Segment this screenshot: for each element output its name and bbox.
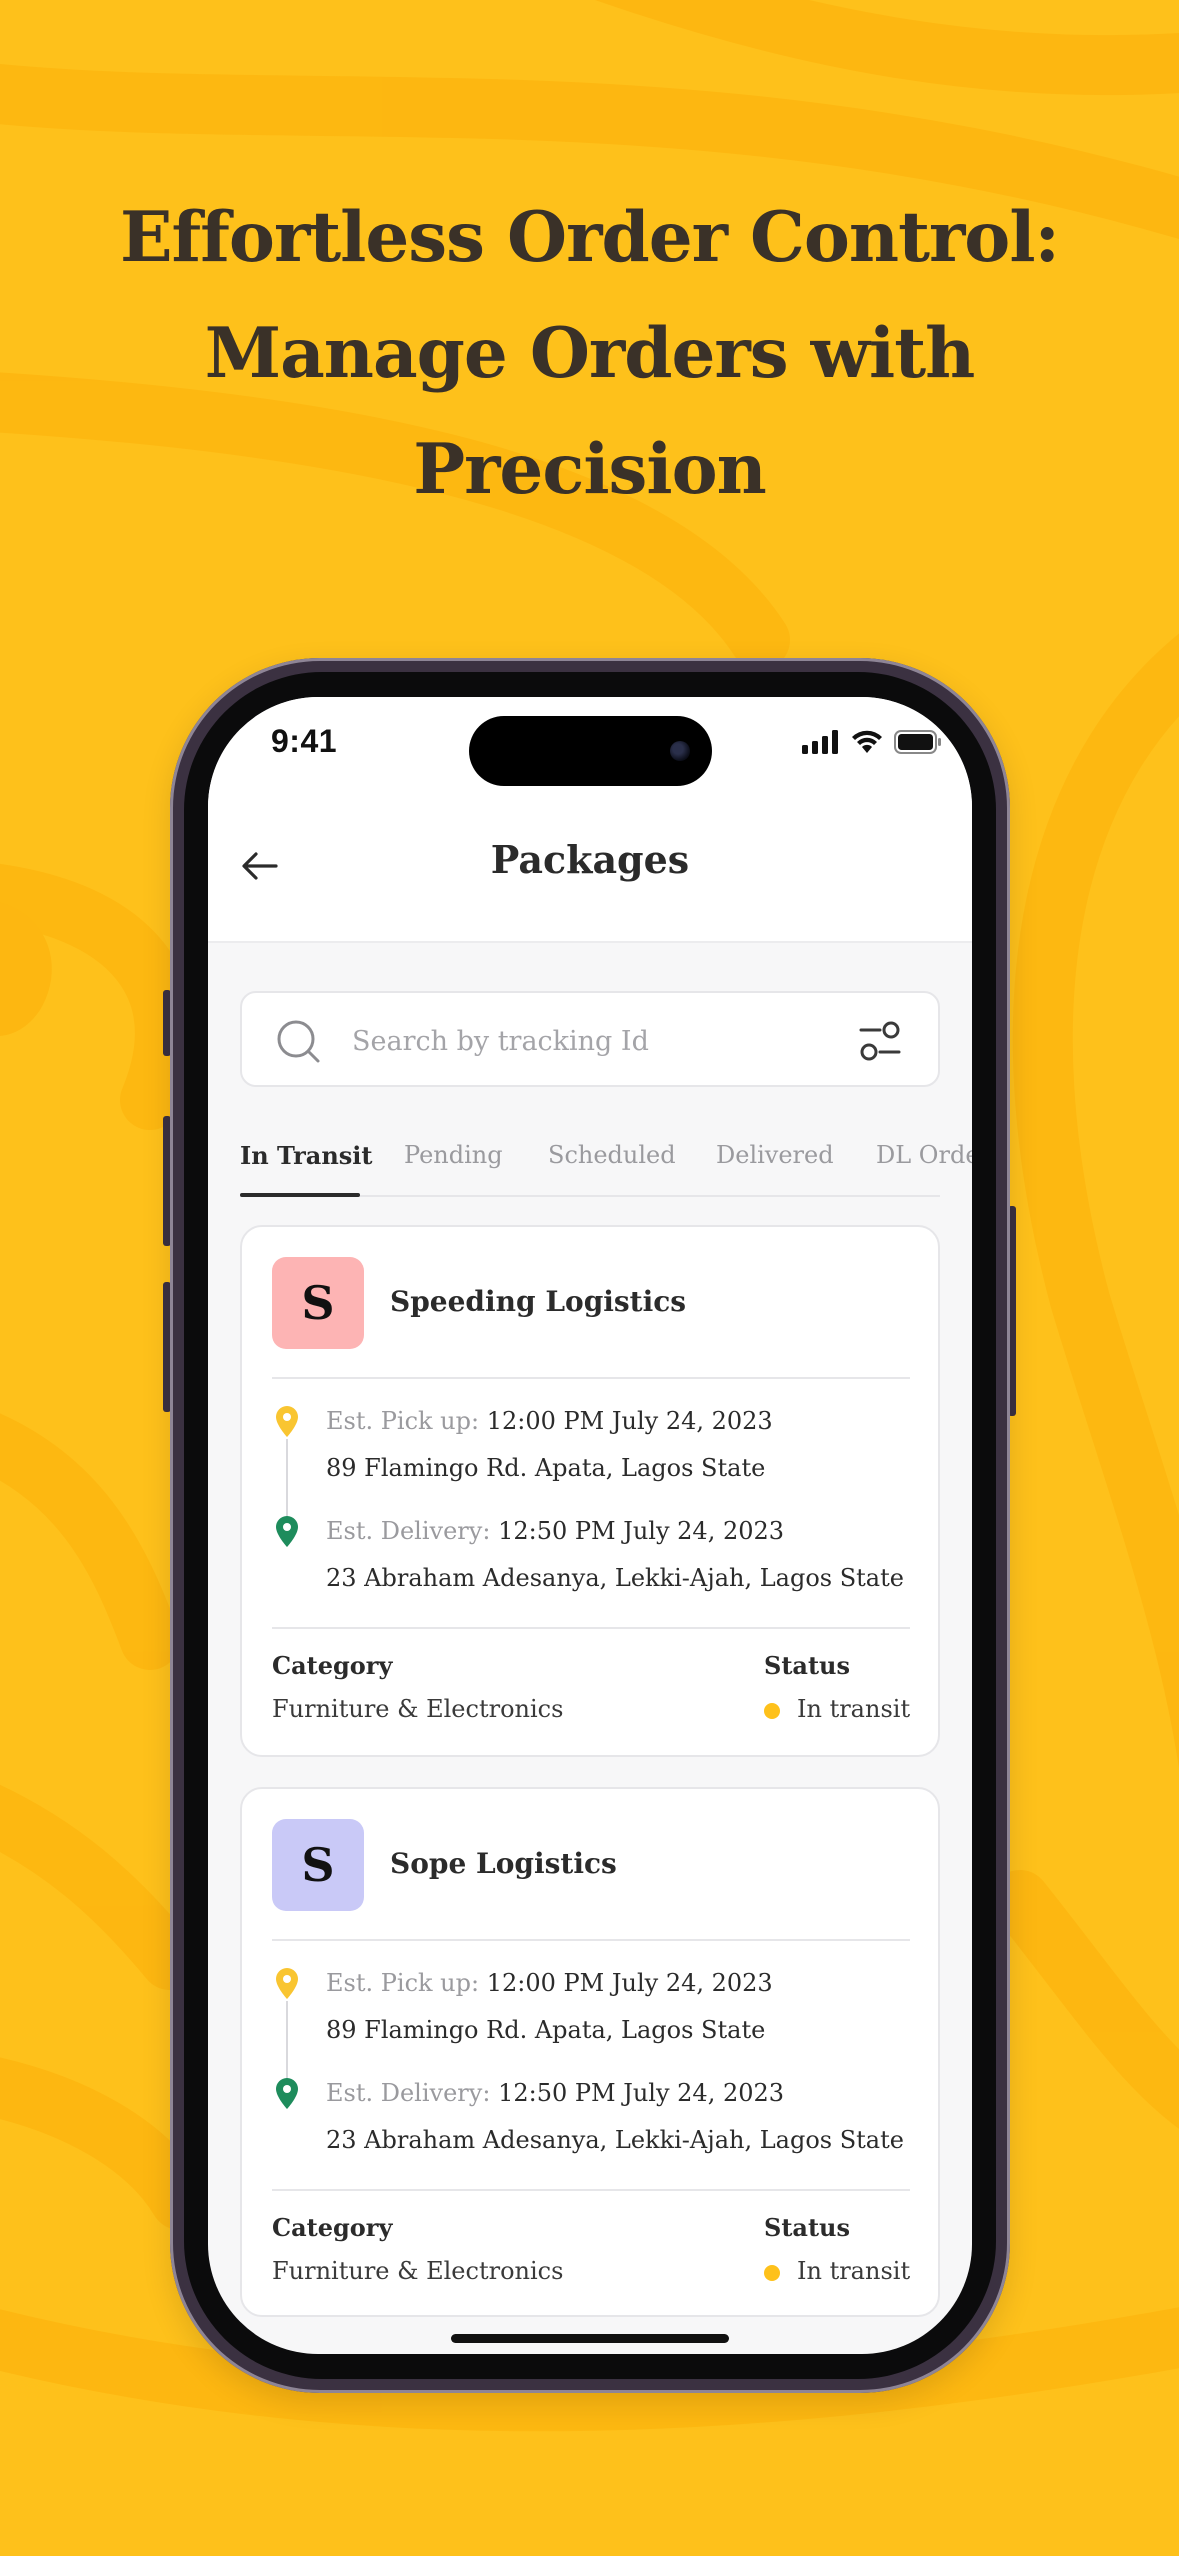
pickup-address: 89 Flamingo Rd. Apata, Lagos State [326, 1454, 766, 1482]
delivery-address: 23 Abraham Adesanya, Lekki-Ajah, Lagos S… [326, 2126, 904, 2154]
status-label: Status [764, 1651, 851, 1680]
marketing-headline: Effortless Order Control: Manage Orders … [0, 180, 1179, 528]
status-dot [764, 2265, 780, 2281]
headline-line-3: Precision [413, 429, 767, 510]
route-line [286, 2001, 288, 2089]
pickup-time: 12:00 PM July 24, 2023 [486, 1969, 773, 1997]
route-line [286, 1439, 288, 1527]
active-tab-indicator [240, 1193, 360, 1197]
card-divider [272, 1377, 910, 1379]
status-dot [764, 1703, 780, 1719]
delivery-row: Est. Delivery: 12:50 PM July 24, 2023 [326, 1517, 784, 1545]
delivery-label: Est. Delivery: [326, 2079, 491, 2107]
headline-line-2: Manage Orders with [204, 313, 976, 394]
card-divider [272, 1627, 910, 1629]
package-card[interactable]: S Speeding Logistics Est. Pick up: 12:00… [240, 1225, 940, 1757]
dynamic-island [469, 716, 712, 786]
category-value: Furniture & Electronics [272, 1695, 564, 1723]
search-input[interactable] [350, 1017, 814, 1065]
delivery-address: 23 Abraham Adesanya, Lekki-Ajah, Lagos S… [326, 1564, 904, 1592]
company-name: Speeding Logistics [390, 1285, 687, 1318]
delivery-time: 12:50 PM July 24, 2023 [498, 1517, 785, 1545]
delivery-time: 12:50 PM July 24, 2023 [498, 2079, 785, 2107]
front-camera [670, 741, 690, 761]
delivery-pin-icon [276, 2078, 298, 2109]
category-label: Category [272, 2213, 393, 2242]
company-initial: S [301, 1276, 335, 1330]
tab-scheduled[interactable]: Scheduled [548, 1141, 676, 1169]
search-bar[interactable] [240, 991, 940, 1087]
page-title: Packages [490, 837, 690, 882]
phone-screen: 9:41 Packages Search by tracking Id In T… [208, 697, 972, 2354]
pickup-pin-icon [276, 1406, 298, 1437]
company-name: Sope Logistics [390, 1847, 617, 1880]
tab-in-transit[interactable]: In Transit [240, 1141, 373, 1170]
filter-icon[interactable] [858, 1019, 902, 1063]
pickup-label: Est. Pick up: [326, 1407, 480, 1435]
status-value: In transit [797, 2257, 911, 2285]
category-label: Category [272, 1651, 393, 1680]
headline-line-1: Effortless Order Control: [119, 197, 1060, 278]
pickup-time: 12:00 PM July 24, 2023 [486, 1407, 773, 1435]
app-header: 9:41 Packages [208, 697, 972, 943]
tab-pending[interactable]: Pending [404, 1141, 503, 1169]
pickup-row: Est. Pick up: 12:00 PM July 24, 2023 [326, 1407, 773, 1435]
cellular-signal-icon [802, 730, 838, 754]
delivery-pin-icon [276, 1516, 298, 1547]
status-time: 9:41 [271, 723, 338, 759]
pickup-pin-icon [276, 1968, 298, 1999]
pickup-label: Est. Pick up: [326, 1969, 480, 1997]
search-icon [277, 1020, 320, 1063]
package-card[interactable]: S Sope Logistics Est. Pick up: 12:00 PM … [240, 1787, 940, 2317]
status-tabs: In Transit Pending Scheduled Delivered D… [240, 1141, 972, 1197]
pickup-row: Est. Pick up: 12:00 PM July 24, 2023 [326, 1969, 773, 1997]
battery-icon [894, 730, 941, 754]
home-indicator[interactable] [451, 2334, 729, 2343]
status-icons [802, 730, 942, 754]
status-value: In transit [797, 1695, 911, 1723]
delivery-row: Est. Delivery: 12:50 PM July 24, 2023 [326, 2079, 784, 2107]
category-value: Furniture & Electronics [272, 2257, 564, 2285]
status-label: Status [764, 2213, 851, 2242]
delivery-label: Est. Delivery: [326, 1517, 491, 1545]
tab-delivered[interactable]: Delivered [716, 1141, 834, 1169]
company-avatar: S [272, 1257, 364, 1349]
card-divider [272, 2189, 910, 2191]
card-divider [272, 1939, 910, 1941]
pickup-address: 89 Flamingo Rd. Apata, Lagos State [326, 2016, 766, 2044]
tab-dl-orders[interactable]: DL Orders [876, 1141, 972, 1169]
wifi-icon [852, 730, 882, 753]
company-initial: S [301, 1838, 335, 1892]
company-avatar: S [272, 1819, 364, 1911]
